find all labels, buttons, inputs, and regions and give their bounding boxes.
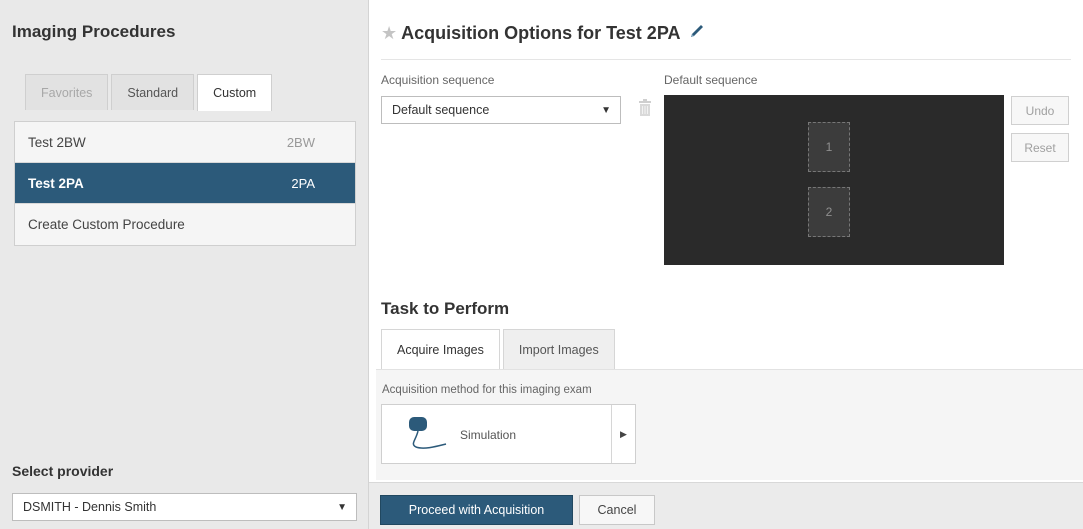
provider-label: Select provider [12,463,114,479]
mouse-icon [408,416,448,457]
tab-standard[interactable]: Standard [111,74,195,110]
page-title: Acquisition Options for Test 2PA [401,23,681,43]
procedure-item-test-2pa[interactable]: Test 2PA 2PA [15,163,355,204]
action-footer: Proceed with Acquisition Cancel [369,482,1083,529]
tab-acquire-images[interactable]: Acquire Images [381,329,500,369]
imaging-procedures-panel: Imaging Procedures Favorites Standard Cu… [0,0,369,529]
procedure-name: Test 2PA [28,175,84,191]
tab-import-images[interactable]: Import Images [502,329,615,369]
panel-title: Imaging Procedures [12,22,176,41]
default-sequence-label: Default sequence [664,73,758,87]
task-panel: Acquisition method for this imaging exam… [376,369,1083,480]
pencil-icon[interactable] [688,22,706,45]
trash-icon[interactable] [639,99,651,122]
sequence-slot[interactable]: 1 [808,122,850,172]
tab-custom[interactable]: Custom [197,74,273,111]
acquisition-method-card[interactable]: Simulation ▶ [381,404,636,464]
reset-button[interactable]: Reset [1011,133,1069,162]
acquisition-sequence-label: Acquisition sequence [381,73,495,87]
procedure-code: 2BW [286,134,315,150]
provider-value: DSMITH - Dennis Smith [23,500,157,514]
procedure-list: Test 2BW 2BW Test 2PA 2PA Create Custom … [14,121,356,246]
task-title: Task to Perform [381,299,510,318]
procedure-name: Test 2BW [28,134,86,150]
cancel-button[interactable]: Cancel [579,495,655,525]
header-divider [381,59,1071,60]
chevron-right-icon[interactable]: ▶ [611,405,635,463]
create-custom-procedure-link[interactable]: Create Custom Procedure [15,204,355,245]
sequence-canvas[interactable]: 1 2 [664,95,1004,265]
provider-select[interactable]: DSMITH - Dennis Smith ▼ [12,493,357,521]
page-header: ★ Acquisition Options for Test 2PA [381,22,706,45]
acquisition-options-panel: ★ Acquisition Options for Test 2PA Acqui… [369,0,1083,529]
tab-favorites[interactable]: Favorites [25,74,109,110]
proceed-with-acquisition-button[interactable]: Proceed with Acquisition [380,495,573,525]
acquisition-sequence-value: Default sequence [392,103,490,117]
undo-button[interactable]: Undo [1011,96,1069,125]
dropdown-arrow-icon: ▼ [601,104,611,116]
create-custom-procedure-label: Create Custom Procedure [28,217,185,232]
procedure-code: 2PA [291,175,315,191]
acquisition-method-label: Acquisition method for this imaging exam [382,384,592,396]
dropdown-arrow-icon: ▼ [337,501,347,513]
procedure-tabs: Favorites Standard Custom [25,74,275,111]
acquisition-sequence-select[interactable]: Default sequence ▼ [381,96,621,124]
task-tabs: Acquire Images Import Images [381,329,618,369]
sequence-slot[interactable]: 2 [808,187,850,237]
star-icon[interactable]: ★ [381,23,397,44]
procedure-item-test-2bw[interactable]: Test 2BW 2BW [15,122,355,163]
acquisition-method-value: Simulation [460,428,517,442]
